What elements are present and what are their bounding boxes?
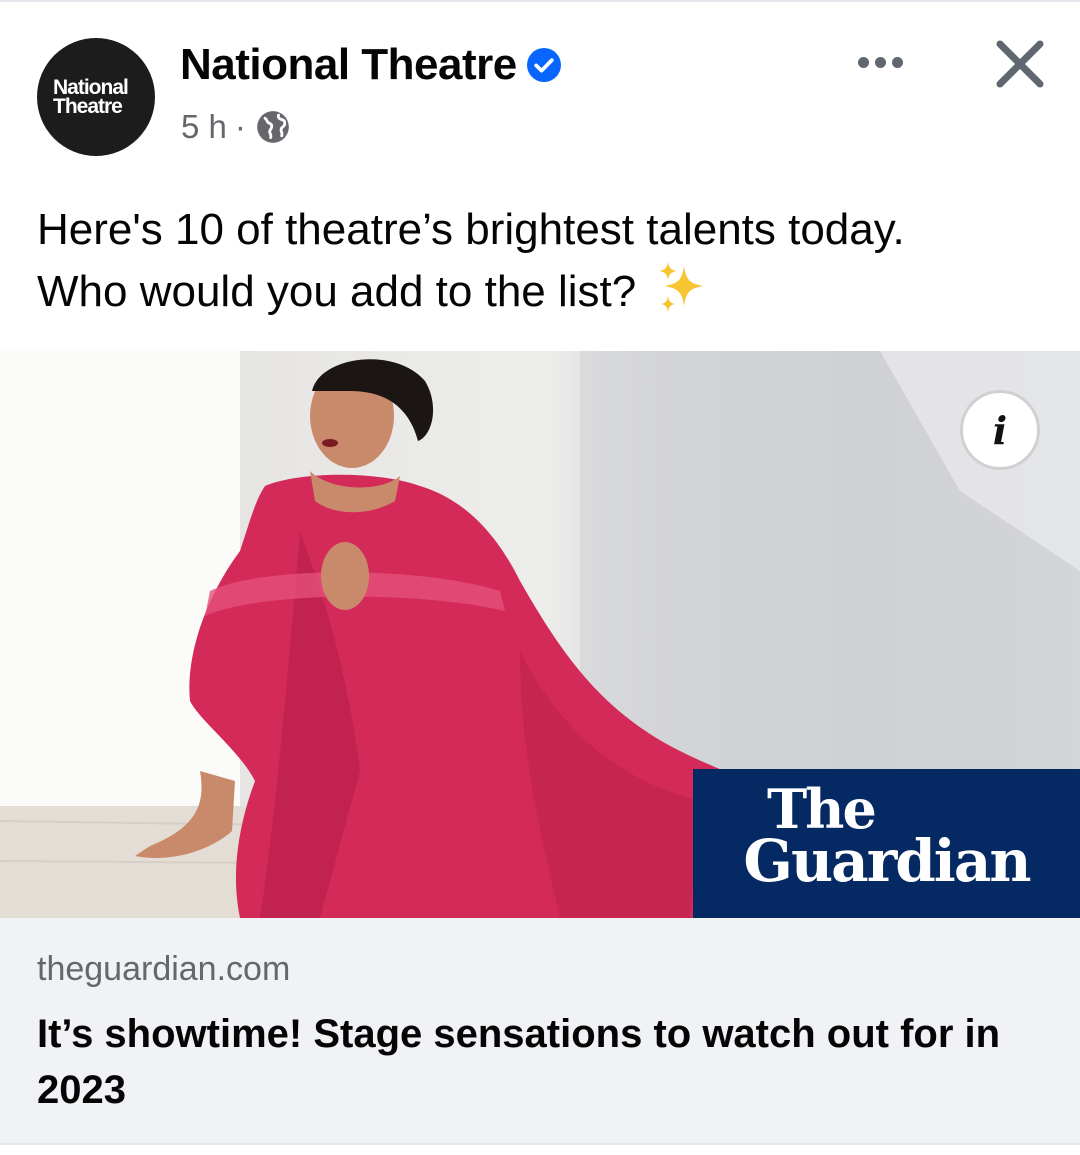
link-preview-footer[interactable]: theguardian.com It’s showtime! Stage sen… bbox=[0, 918, 1080, 1143]
post-text-line2: Who would you add to the list? bbox=[37, 267, 637, 316]
link-preview-image[interactable]: i The Guardian bbox=[0, 351, 1080, 918]
page-avatar[interactable]: National Theatre bbox=[37, 38, 155, 156]
info-icon[interactable]: i bbox=[960, 390, 1040, 470]
verified-badge-icon bbox=[526, 48, 561, 82]
more-dot bbox=[857, 56, 869, 68]
meta-separator: · bbox=[234, 108, 246, 145]
post-timestamp[interactable]: 5 h bbox=[181, 108, 227, 146]
bottom-divider bbox=[0, 1143, 1080, 1155]
post-meta: 5 h · bbox=[181, 108, 292, 146]
page-name-label[interactable]: National Theatre bbox=[180, 40, 517, 90]
globe-icon bbox=[257, 111, 289, 143]
post-text-line1: Here's 10 of theatre’s brightest talents… bbox=[37, 205, 905, 254]
post-header: National Theatre National Theatre 5 h · bbox=[0, 0, 1080, 180]
link-domain: theguardian.com bbox=[37, 950, 291, 988]
post-body-text: Here's 10 of theatre’s brightest talents… bbox=[37, 200, 1047, 322]
page-name[interactable]: National Theatre bbox=[180, 40, 561, 90]
guardian-logo: The Guardian bbox=[693, 769, 1080, 918]
avatar-text-line2: Theatre bbox=[53, 95, 123, 118]
more-dot bbox=[874, 56, 886, 68]
more-dot bbox=[891, 56, 903, 68]
more-options-button[interactable] bbox=[848, 40, 912, 84]
sparkles-emoji-icon bbox=[659, 262, 705, 312]
close-icon[interactable] bbox=[990, 34, 1050, 94]
link-headline[interactable]: It’s showtime! Stage sensations to watch… bbox=[37, 1006, 1037, 1118]
guardian-logo-line2: Guardian bbox=[743, 827, 1031, 895]
